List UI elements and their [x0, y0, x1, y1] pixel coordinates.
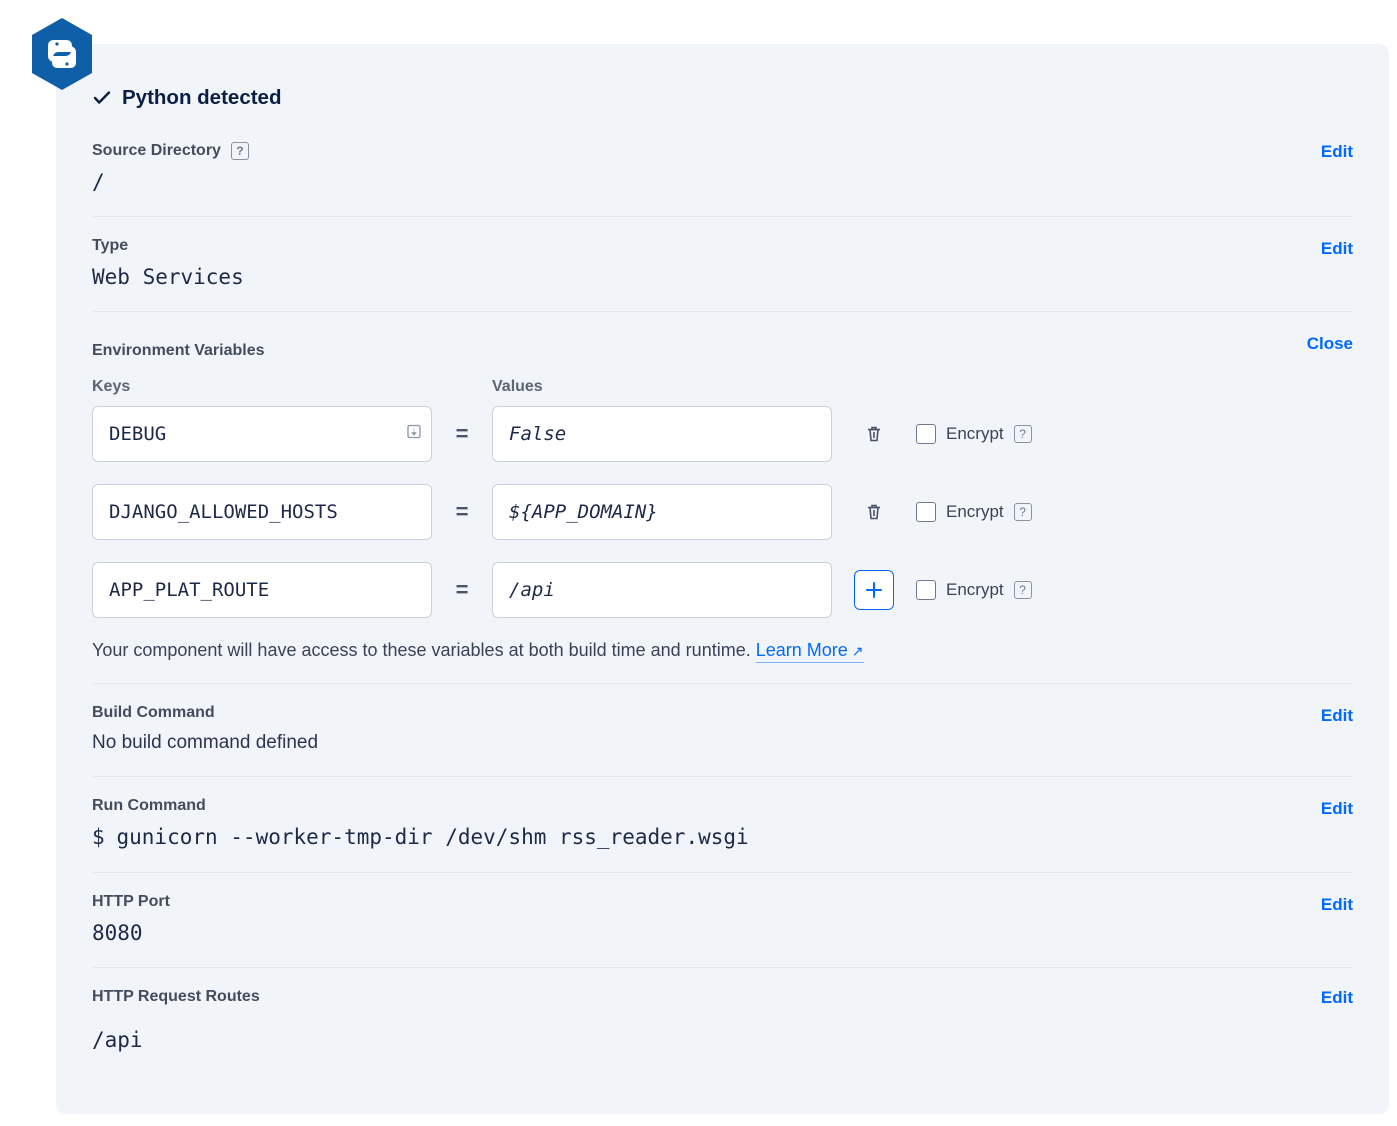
env-note-text: Your component will have access to these…: [92, 640, 756, 660]
section-http-port: HTTP Port 8080 Edit: [92, 873, 1353, 968]
section-source-directory: Source Directory ? / Edit: [92, 120, 1353, 217]
env-key-input[interactable]: [92, 406, 432, 462]
values-header: Values: [492, 378, 832, 396]
section-build-command: Build Command No build command defined E…: [92, 684, 1353, 777]
http-routes-label: HTTP Request Routes: [92, 988, 1353, 1006]
page: Python detected Source Directory ? / Edi…: [0, 0, 1397, 1126]
edit-button[interactable]: Edit: [1321, 706, 1353, 726]
env-key-input[interactable]: [92, 484, 432, 540]
env-value-wrap: [492, 562, 832, 618]
python-badge: [28, 16, 96, 92]
help-icon[interactable]: ?: [1014, 581, 1032, 599]
edit-button[interactable]: Edit: [1321, 799, 1353, 819]
edit-button[interactable]: Edit: [1321, 142, 1353, 162]
section-type: Type Web Services Edit: [92, 217, 1353, 312]
python-hex-icon: [28, 16, 96, 92]
env-key-wrap: [92, 484, 432, 540]
component-card: Python detected Source Directory ? / Edi…: [56, 44, 1389, 1114]
help-icon[interactable]: ?: [231, 142, 249, 160]
equals-sign: =: [448, 499, 476, 525]
env-row: = Encrypt?: [92, 562, 1353, 618]
close-button[interactable]: Close: [1307, 334, 1353, 354]
heading-row: Python detected: [92, 86, 1353, 110]
env-key-wrap: [92, 406, 432, 462]
encrypt-checkbox[interactable]: [916, 424, 936, 444]
section-environment-variables: Environment Variables Close Keys Values …: [92, 312, 1353, 684]
env-row: = Encrypt?: [92, 406, 1353, 462]
detected-title: Python detected: [122, 86, 281, 110]
http-port-label: HTTP Port: [92, 893, 1353, 911]
env-value-input[interactable]: [492, 562, 832, 618]
http-routes-value: /api: [92, 1028, 1353, 1052]
edit-button[interactable]: Edit: [1321, 988, 1353, 1008]
env-columns-header: Keys Values: [92, 378, 1353, 396]
help-icon[interactable]: ?: [1014, 503, 1032, 521]
section-run-command: Run Command $ gunicorn --worker-tmp-dir …: [92, 777, 1353, 873]
equals-sign: =: [448, 577, 476, 603]
encrypt-label: Encrypt: [946, 502, 1004, 522]
env-row-action: [848, 498, 900, 526]
encrypt-group: Encrypt?: [916, 424, 1086, 444]
type-label: Type: [92, 237, 1353, 255]
section-http-routes: HTTP Request Routes /api Edit: [92, 968, 1353, 1074]
env-value-wrap: [492, 484, 832, 540]
source-directory-value: /: [92, 170, 1353, 194]
env-value-input[interactable]: [492, 484, 832, 540]
keys-header: Keys: [92, 378, 432, 396]
delete-row-button[interactable]: [860, 498, 888, 526]
run-command-label: Run Command: [92, 797, 1353, 815]
encrypt-label: Encrypt: [946, 424, 1004, 444]
encrypt-group: Encrypt?: [916, 502, 1086, 522]
env-vars-label: Environment Variables: [92, 342, 1353, 360]
run-command-value-row: $ gunicorn --worker-tmp-dir /dev/shm rss…: [92, 825, 1353, 850]
env-value-input[interactable]: [492, 406, 832, 462]
encrypt-label: Encrypt: [946, 580, 1004, 600]
env-row: = Encrypt?: [92, 484, 1353, 540]
env-value-wrap: [492, 406, 832, 462]
external-link-icon: ↗: [852, 643, 864, 659]
env-row-action: [848, 570, 900, 610]
env-row-action: [848, 420, 900, 448]
build-command-label: Build Command: [92, 704, 1353, 722]
env-key-wrap: [92, 562, 432, 618]
edit-button[interactable]: Edit: [1321, 895, 1353, 915]
http-port-value: 8080: [92, 921, 1353, 945]
autofill-icon: [406, 424, 422, 445]
type-value: Web Services: [92, 265, 1353, 289]
help-icon[interactable]: ?: [1014, 425, 1032, 443]
encrypt-group: Encrypt?: [916, 580, 1086, 600]
env-rows: = Encrypt? = Encrypt? = Encrypt?: [92, 406, 1353, 618]
env-note: Your component will have access to these…: [92, 640, 1353, 661]
source-directory-label: Source Directory ?: [92, 142, 1353, 160]
delete-row-button[interactable]: [860, 420, 888, 448]
learn-more-link[interactable]: Learn More↗: [756, 640, 864, 663]
encrypt-checkbox[interactable]: [916, 502, 936, 522]
build-command-value: No build command defined: [92, 732, 1353, 754]
env-key-input[interactable]: [92, 562, 432, 618]
equals-sign: =: [448, 421, 476, 447]
edit-button[interactable]: Edit: [1321, 239, 1353, 259]
add-row-button[interactable]: [854, 570, 894, 610]
prompt-symbol: $: [92, 825, 105, 849]
source-directory-label-text: Source Directory: [92, 142, 221, 160]
encrypt-checkbox[interactable]: [916, 580, 936, 600]
run-command-value: gunicorn --worker-tmp-dir /dev/shm rss_r…: [117, 825, 749, 849]
